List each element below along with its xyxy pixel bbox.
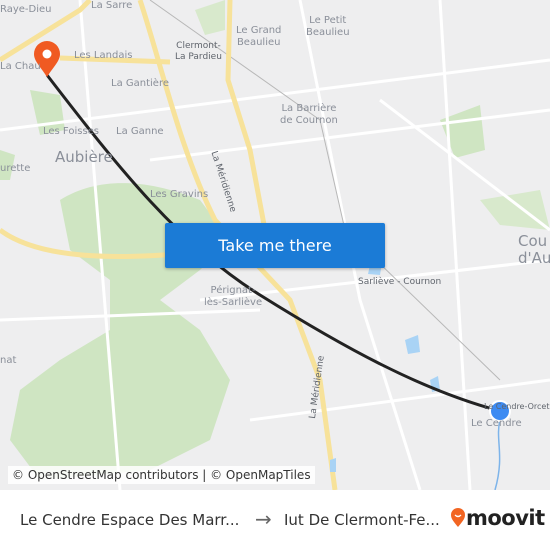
- map-label: Clermont- La Pardieu: [175, 41, 222, 62]
- map-label: urette: [0, 163, 31, 174]
- map-label: La Sarre: [91, 0, 133, 11]
- arrow-right-icon: →: [255, 507, 272, 531]
- take-me-there-button[interactable]: Take me there: [165, 223, 385, 268]
- map-label: Raye-Dieu: [0, 4, 52, 15]
- map[interactable]: Raye-Dieu La Sarre La Chau Les Landais L…: [0, 0, 550, 490]
- moovit-pin-icon: [451, 508, 465, 527]
- map-label: Les Landais: [74, 50, 133, 61]
- map-label: Pérignat- lès-Sarliève: [204, 285, 263, 308]
- map-label: La Ganne: [116, 126, 164, 137]
- park-area: [480, 190, 550, 230]
- map-label: La Gantière: [111, 78, 169, 89]
- water: [330, 458, 336, 472]
- map-label: Le Petit Beaulieu: [306, 15, 350, 38]
- map-label: Sarliève - Cournon: [358, 277, 442, 287]
- destination-stop-name: Iut De Clermont-Fe...: [284, 511, 440, 529]
- map-label: Les Foisses: [43, 126, 100, 137]
- map-label: nat: [0, 355, 17, 366]
- moovit-logo-text: moovit: [466, 506, 545, 530]
- map-label: Le Cendre: [471, 418, 522, 429]
- moovit-logo: moovit: [450, 506, 545, 530]
- map-label: Le Grand Beaulieu: [236, 25, 282, 48]
- map-label: La Barrière de Cournon: [280, 103, 338, 126]
- origin-stop-name: Le Cendre Espace Des Marr...: [20, 511, 240, 529]
- map-attribution[interactable]: © OpenStreetMap contributors | © OpenMap…: [8, 466, 315, 484]
- map-label: Le Cendre-Orcet: [484, 402, 550, 411]
- park-area: [195, 0, 225, 35]
- water: [405, 335, 420, 354]
- map-label: Cou d'Au: [518, 232, 550, 267]
- map-label: Les Gravins: [150, 189, 209, 200]
- stream: [494, 419, 501, 490]
- map-label: Aubière: [55, 148, 113, 166]
- map-label: La Chau: [0, 61, 41, 72]
- footer-bar: Le Cendre Espace Des Marr... → Iut De Cl…: [0, 490, 550, 550]
